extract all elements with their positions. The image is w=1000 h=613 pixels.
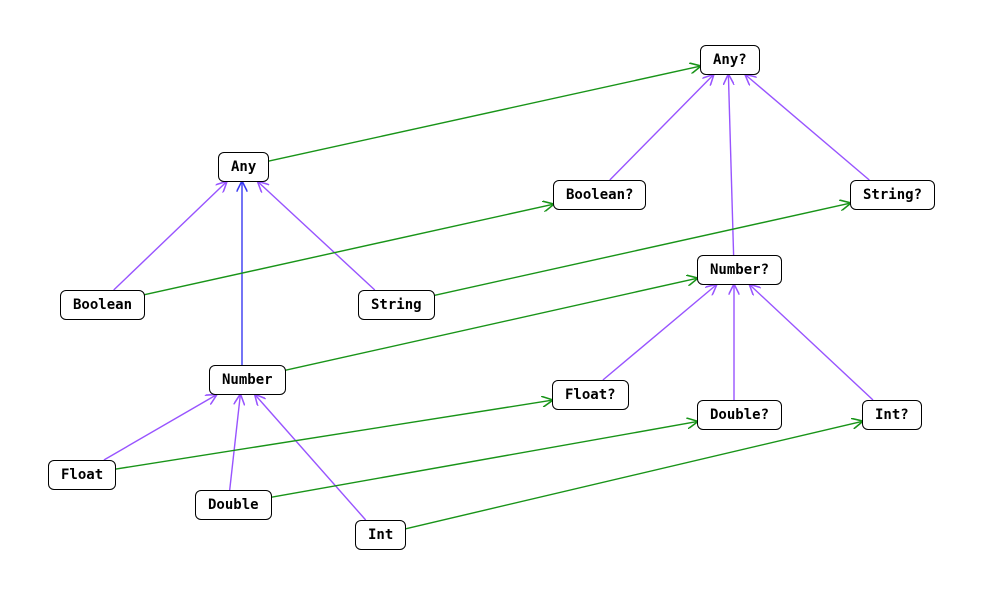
node-int: Int [355, 520, 406, 550]
node-boolean-q: Boolean? [553, 180, 646, 210]
node-float: Float [48, 460, 116, 490]
edge-number-numberQ [275, 278, 697, 372]
edge-boolean-any [114, 182, 227, 290]
node-double: Double [195, 490, 272, 520]
edge-boolean-booleanQ [136, 204, 553, 296]
node-any: Any [218, 152, 269, 182]
edge-layer [0, 0, 1000, 613]
edge-intQ-numberQ [750, 285, 873, 400]
edge-booleanQ-anyQ [610, 75, 713, 180]
edge-numberQ-anyQ [728, 75, 733, 255]
node-any-q: Any? [700, 45, 760, 75]
edge-int-intQ [403, 421, 862, 529]
edge-string-any [258, 182, 375, 290]
edge-floatQ-numberQ [603, 285, 716, 380]
edge-stringQ-anyQ [746, 75, 870, 180]
node-int-q: Int? [862, 400, 922, 430]
node-double-q: Double? [697, 400, 782, 430]
edge-string-stringQ [424, 203, 850, 298]
edge-int-number [255, 395, 365, 520]
edge-double-doubleQ [261, 422, 697, 500]
node-boolean: Boolean [60, 290, 145, 320]
node-string-q: String? [850, 180, 935, 210]
node-number: Number [209, 365, 286, 395]
node-string: String [358, 290, 435, 320]
edge-float-floatQ [108, 400, 552, 470]
node-float-q: Float? [552, 380, 629, 410]
node-number-q: Number? [697, 255, 782, 285]
edge-double-number [230, 395, 241, 490]
edge-any-anyQ [266, 66, 700, 162]
edge-float-number [104, 395, 216, 460]
